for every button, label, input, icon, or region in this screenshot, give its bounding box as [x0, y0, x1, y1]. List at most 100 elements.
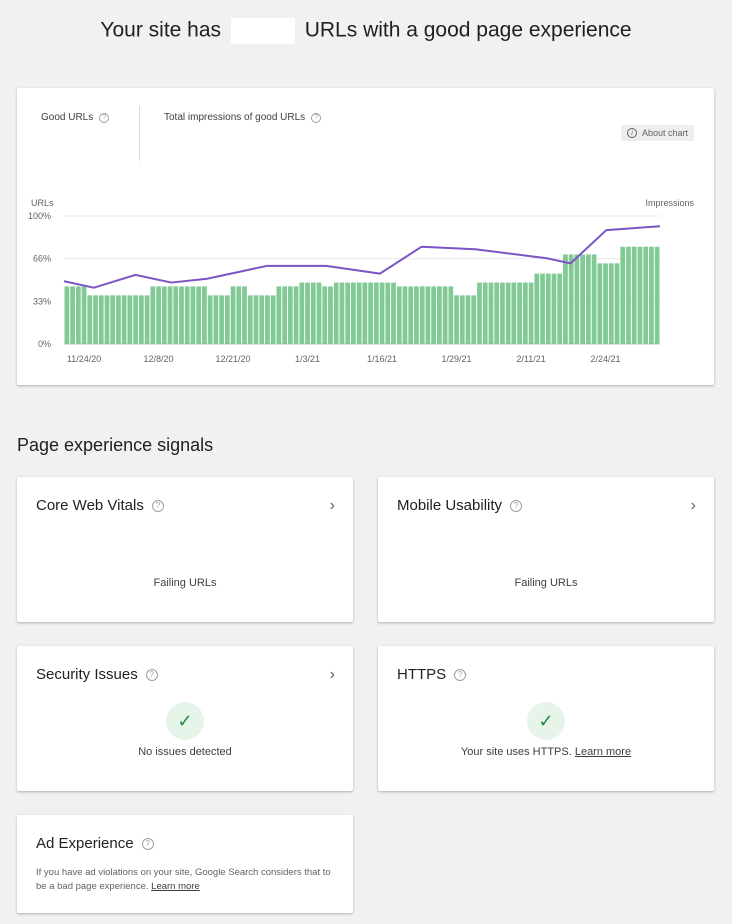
chart-bar[interactable] — [437, 286, 442, 344]
chart-bar[interactable] — [586, 254, 591, 344]
chart-bar[interactable] — [156, 286, 161, 344]
chart-bar[interactable] — [219, 295, 224, 344]
chart-bar[interactable] — [631, 246, 637, 344]
chart-bar[interactable] — [408, 286, 414, 344]
chart-bar[interactable] — [293, 286, 299, 344]
chart-bar[interactable] — [442, 286, 448, 344]
chart-bar[interactable] — [471, 295, 477, 344]
chart-bar[interactable] — [167, 286, 173, 344]
chart-bar[interactable] — [591, 254, 597, 344]
mobile-usability-card[interactable]: Mobile Usability ? › Failing URLs — [378, 477, 714, 622]
chevron-right-icon[interactable]: › — [330, 666, 335, 684]
chart-bar[interactable] — [207, 295, 213, 344]
chart-bar[interactable] — [184, 286, 190, 344]
chart-bar[interactable] — [557, 273, 563, 344]
chart-bar[interactable] — [385, 282, 391, 344]
chart-bar[interactable] — [396, 286, 402, 344]
chart-bar[interactable] — [391, 282, 396, 344]
chart-bar[interactable] — [328, 286, 333, 344]
chart-bar[interactable] — [259, 295, 265, 344]
chart-bar[interactable] — [127, 295, 133, 344]
security-issues-card[interactable]: Security Issues ? › ✓ No issues detected — [17, 646, 353, 791]
chart-bar[interactable] — [654, 246, 660, 344]
chart-bar[interactable] — [196, 286, 202, 344]
chart-bar[interactable] — [637, 246, 643, 344]
chart-bar[interactable] — [494, 282, 500, 344]
chevron-right-icon[interactable]: › — [691, 497, 696, 515]
chart-bar[interactable] — [368, 282, 373, 344]
chart-bar[interactable] — [253, 295, 259, 344]
chart-bar[interactable] — [93, 295, 98, 344]
chart-bar[interactable] — [190, 286, 196, 344]
chart-bar[interactable] — [505, 282, 511, 344]
chart-bar[interactable] — [362, 282, 368, 344]
chart-bar[interactable] — [242, 286, 247, 344]
chart-bar[interactable] — [608, 263, 614, 344]
chart-bar[interactable] — [247, 295, 253, 344]
chart-bar[interactable] — [104, 295, 110, 344]
chart-bar[interactable] — [265, 295, 270, 344]
chart-bar[interactable] — [597, 263, 603, 344]
chart-bar[interactable] — [161, 286, 167, 344]
chart-bar[interactable] — [202, 286, 207, 344]
chart-bar[interactable] — [64, 286, 70, 344]
chart-bar[interactable] — [121, 295, 127, 344]
help-icon[interactable]: ? — [145, 668, 158, 681]
learn-more-link[interactable]: Learn more — [575, 746, 631, 758]
chart-bar[interactable] — [643, 246, 649, 344]
chart-bar[interactable] — [373, 282, 379, 344]
chart-bar[interactable] — [580, 254, 585, 344]
chart-bar[interactable] — [345, 282, 351, 344]
chart-bar[interactable] — [500, 282, 505, 344]
chart-bar[interactable] — [551, 273, 557, 344]
chart-bar[interactable] — [322, 286, 328, 344]
chart-bar[interactable] — [511, 282, 517, 344]
chart-bar[interactable] — [414, 286, 419, 344]
help-icon[interactable]: ? — [454, 668, 467, 681]
chart-bar[interactable] — [534, 273, 540, 344]
chart-bar[interactable] — [419, 286, 425, 344]
chart-bar[interactable] — [379, 282, 385, 344]
chart-bar[interactable] — [545, 273, 551, 344]
help-icon[interactable]: ? — [151, 499, 164, 512]
chart-bar[interactable] — [282, 286, 287, 344]
chart-bar[interactable] — [144, 295, 150, 344]
chart-bar[interactable] — [614, 263, 620, 344]
help-icon[interactable]: ? — [510, 499, 523, 512]
chart-bar[interactable] — [459, 295, 465, 344]
chart-bar[interactable] — [649, 246, 654, 344]
chart-bar[interactable] — [574, 254, 580, 344]
chart-bar[interactable] — [425, 286, 431, 344]
chart-bar[interactable] — [620, 246, 626, 344]
chart-bar[interactable] — [402, 286, 408, 344]
chart-bar[interactable] — [522, 282, 528, 344]
chart-bar[interactable] — [213, 295, 219, 344]
chart-bar[interactable] — [454, 295, 459, 344]
chart-bar[interactable] — [299, 282, 305, 344]
chart-bar[interactable] — [626, 246, 631, 344]
chart-bar[interactable] — [333, 282, 339, 344]
chart-bar[interactable] — [179, 286, 184, 344]
chart-bar[interactable] — [236, 286, 242, 344]
chart-bar[interactable] — [110, 295, 116, 344]
chart-bar[interactable] — [70, 286, 75, 344]
chart-bar[interactable] — [477, 282, 482, 344]
chart-bar[interactable] — [305, 282, 310, 344]
chart-bar[interactable] — [563, 254, 568, 344]
chart-bar[interactable] — [517, 282, 522, 344]
chart-bar[interactable] — [276, 286, 282, 344]
chart-bar[interactable] — [75, 286, 81, 344]
chart-bar[interactable] — [270, 295, 276, 344]
chart-bar[interactable] — [133, 295, 138, 344]
core-web-vitals-card[interactable]: Core Web Vitals ? › Failing URLs — [17, 477, 353, 622]
chart-bar[interactable] — [139, 295, 144, 344]
chart-bar[interactable] — [224, 295, 230, 344]
chart-bar[interactable] — [351, 282, 356, 344]
learn-more-link[interactable]: Learn more — [151, 881, 200, 892]
chart-bar[interactable] — [356, 282, 362, 344]
chart-bar[interactable] — [173, 286, 179, 344]
chart-bar[interactable] — [540, 273, 545, 344]
chart-bar[interactable] — [310, 282, 316, 344]
chart-bar[interactable] — [603, 263, 608, 344]
chart-bar[interactable] — [150, 286, 156, 344]
